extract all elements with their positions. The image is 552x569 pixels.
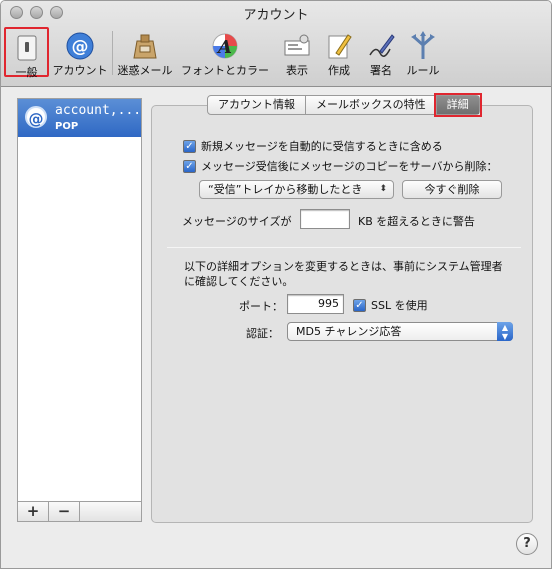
port-field[interactable]: 995 <box>287 294 344 314</box>
toolbar-item-signatures[interactable]: 署名 <box>363 27 399 77</box>
at-sign-icon: @ <box>25 106 47 128</box>
list-buttons: + − <box>18 501 141 521</box>
auth-value: MD5 チャレンジ応答 <box>296 325 402 338</box>
ssl-row: ✓ SSL を使用 <box>353 297 428 313</box>
ssl-label: SSL を使用 <box>371 299 428 312</box>
toolbar: アカウント 一般 @ アカウント 迷惑メール A フォントとカラー 表示 作成 … <box>1 1 551 87</box>
window-title: アカウント <box>243 8 309 23</box>
toolbar-item-composing[interactable]: 作成 <box>321 27 357 77</box>
include-check-label: 新規メッセージを自動的に受信するときに含める <box>201 140 443 153</box>
toolbar-separator <box>112 31 113 75</box>
accounts-list: @ account,... POP + − <box>17 98 142 522</box>
remove-copy-row: ✓ メッセージ受信後にメッセージのコピーをサーバから削除： <box>183 158 497 174</box>
include-check-row: ✓ 新規メッセージを自動的に受信するときに含める <box>183 138 443 154</box>
size-label: メッセージのサイズが <box>182 215 292 228</box>
toolbar-label-general: 一般 <box>15 66 38 79</box>
viewing-icon <box>284 34 310 56</box>
fonts-colors-icon: A <box>212 33 238 59</box>
add-account-button[interactable]: + <box>18 502 49 521</box>
toolbar-label-composing: 作成 <box>328 64 350 77</box>
svg-text:A: A <box>216 37 232 58</box>
remove-account-button[interactable]: − <box>49 502 80 521</box>
remove-when-value: “受信”トレイから移動したとき <box>208 183 363 196</box>
account-type: POP <box>55 121 79 132</box>
toolbar-label-accounts: アカウント <box>52 64 108 77</box>
account-name: account,... <box>55 103 142 118</box>
remove-now-button[interactable]: 今すぐ削除 <box>402 180 502 199</box>
svg-text:@: @ <box>72 37 89 57</box>
compose-pencil-icon <box>328 34 352 59</box>
toolbar-label-viewing: 表示 <box>286 64 308 77</box>
size-suffix-label: KB を超えるときに警告 <box>358 215 475 228</box>
updown-arrows-icon: ⬍ <box>379 184 387 194</box>
toolbar-item-junk[interactable]: 迷惑メール <box>116 27 174 77</box>
remove-copy-label: メッセージ受信後にメッセージのコピーをサーバから削除： <box>201 160 498 173</box>
port-label: ポート： <box>239 300 283 313</box>
auth-select[interactable]: MD5 チャレンジ応答 ▲ ▼ <box>287 322 513 341</box>
toolbar-label-fonts-colors: フォントとカラー <box>181 64 269 77</box>
junk-mail-bag-icon <box>133 34 157 59</box>
help-button[interactable]: ? <box>516 533 538 555</box>
signature-pen-icon <box>369 34 395 57</box>
toolbar-label-rules: ルール <box>406 64 440 77</box>
toolbar-label-junk: 迷惑メール <box>117 64 173 77</box>
preferences-window: アカウント 一般 @ アカウント 迷惑メール A フォントとカラー 表示 作成 … <box>0 0 552 569</box>
toolbar-item-rules[interactable]: ルール <box>403 27 443 77</box>
toolbar-label-signatures: 署名 <box>370 64 392 77</box>
ssl-checkbox[interactable]: ✓ <box>353 298 366 312</box>
advanced-notice: 以下の詳細オプションを変更するときは、事前にシステム管理者に確認してください。 <box>184 260 503 288</box>
tab-advanced[interactable]: 詳細 <box>433 93 482 117</box>
at-sign-icon: @ <box>66 32 94 60</box>
remove-when-select[interactable]: “受信”トレイから移動したとき ⬍ <box>199 180 394 199</box>
remove-copy-checkbox[interactable]: ✓ <box>183 159 196 173</box>
general-switch-icon <box>17 35 36 61</box>
tab-account-info[interactable]: アカウント情報 <box>208 96 306 114</box>
toolbar-item-fonts-colors[interactable]: A フォントとカラー <box>179 27 271 77</box>
rules-icon <box>411 31 435 59</box>
toolbar-item-general[interactable]: 一般 <box>4 27 49 79</box>
tab-mailbox-behaviors[interactable]: メールボックスの特性 <box>306 96 437 114</box>
size-limit-field[interactable] <box>300 209 350 229</box>
include-check-checkbox[interactable]: ✓ <box>183 139 196 153</box>
tab-bar: アカウント情報 メールボックスの特性 詳細 <box>207 93 482 117</box>
auth-label: 認証： <box>246 327 279 340</box>
list-item-account[interactable]: @ account,... POP <box>18 99 141 137</box>
toolbar-item-viewing[interactable]: 表示 <box>277 27 317 77</box>
toolbar-item-accounts[interactable]: @ アカウント <box>51 27 109 77</box>
updown-arrows-icon: ▲ ▼ <box>497 322 513 341</box>
divider <box>167 247 521 248</box>
